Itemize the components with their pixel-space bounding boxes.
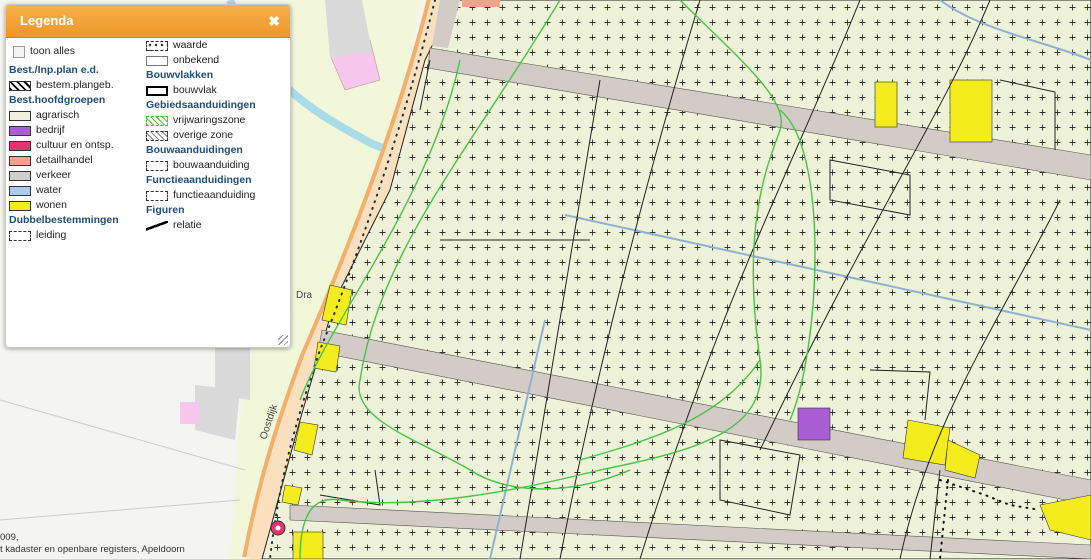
zone-wonen-7[interactable] — [292, 531, 324, 559]
legend-swatch-onbekend — [146, 55, 168, 66]
legend-label: vrijwaringszone — [173, 114, 246, 126]
zone-wonen-6[interactable] — [281, 484, 303, 506]
legend-item-leiding[interactable]: leiding — [9, 228, 119, 243]
legend-swatch-bouwvlak — [146, 85, 168, 96]
legend-item-cultuur-en-ontsp[interactable]: cultuur en ontsp. — [9, 138, 119, 153]
street-label-dra: Dra — [296, 290, 313, 301]
legend-item-bestem-plangeb[interactable]: bestem.plangeb. — [9, 78, 119, 93]
legend-swatch-wonen — [9, 200, 31, 211]
legend-heading-bouwaanduidingen: Bouwaanduidingen — [146, 144, 243, 156]
legend-heading-functieaanduidingen: Functieaanduidingen — [146, 174, 252, 186]
legend-swatch-agrarisch — [9, 110, 31, 121]
legend-panel[interactable]: Legenda ✖ toon alles Best./Inp.plan e.d.… — [5, 4, 291, 348]
legend-label: water — [36, 184, 62, 196]
map-copyright: 009, t kadaster en openbare registers, A… — [0, 532, 185, 555]
legend-label: functieaanduiding — [173, 189, 256, 201]
legend-item-waarde[interactable]: waarde — [146, 38, 256, 53]
legend-swatch-functieaanduiding — [146, 190, 168, 201]
resize-handle-icon[interactable] — [278, 335, 288, 345]
legend-label: leiding — [36, 229, 67, 241]
legend-swatch-waarde — [146, 40, 168, 51]
legend-heading-gebiedsaanduidingen: Gebiedsaanduidingen — [146, 99, 256, 111]
legend-item-verkeer[interactable]: verkeer — [9, 168, 119, 183]
legend-heading-best-inp-plan-e-d: Best./Inp.plan e.d. — [9, 64, 99, 76]
legend-item-water[interactable]: water — [9, 183, 119, 198]
legend-title: Legenda — [20, 13, 74, 28]
toon-alles-row[interactable]: toon alles — [9, 44, 119, 59]
legend-swatch-water — [9, 185, 31, 196]
legend-item-onbekend[interactable]: onbekend — [146, 53, 256, 68]
legend-swatch-verkeer — [9, 170, 31, 181]
legend-swatch-bestem-plangeb — [9, 80, 31, 91]
legend-label: bouwvlak — [173, 84, 217, 96]
legend-label: bouwaanduiding — [173, 159, 250, 171]
toon-alles-checkbox[interactable] — [13, 45, 25, 58]
zone-cultuur-marker-center — [275, 525, 281, 531]
legend-item-overige-zone[interactable]: overige zone — [146, 128, 256, 143]
legend-label: agrarisch — [36, 109, 80, 121]
legend-heading-dubbelbestemmingen: Dubbelbestemmingen — [9, 214, 119, 226]
toon-alles-label: toon alles — [30, 45, 75, 57]
legend-swatch-bedrijf — [9, 125, 31, 136]
legend-swatch-detailhandel — [9, 155, 31, 166]
legend-label: relatie — [173, 219, 202, 231]
legend-swatch-vrijwaringszone — [146, 115, 168, 126]
legend-heading-bouwvlakken: Bouwvlakken — [146, 69, 214, 81]
legend-item-bouwvlak[interactable]: bouwvlak — [146, 83, 256, 98]
legend-label: verkeer — [36, 169, 72, 181]
legend-label: bestem.plangeb. — [36, 79, 114, 91]
legend-label: bedrijf — [36, 124, 65, 136]
zone-bedrijf[interactable] — [797, 407, 831, 441]
zone-wonen-2[interactable] — [949, 79, 993, 143]
legend-header[interactable]: Legenda ✖ — [6, 5, 290, 38]
legend-column-right: waarde onbekend Bouwvlakken bouwvlak Gebieds… — [146, 38, 256, 233]
legend-item-vrijwaringszone[interactable]: vrijwaringszone — [146, 113, 256, 128]
legend-label: wonen — [36, 199, 67, 211]
zone-wonen-1[interactable] — [874, 81, 898, 128]
legend-item-relatie[interactable]: relatie — [146, 218, 256, 233]
legend-heading-best-hoofdgroepen: Best.hoofdgroepen — [9, 94, 106, 106]
zone-detailhandel[interactable] — [462, 0, 500, 7]
legend-item-bedrijf[interactable]: bedrijf — [9, 123, 119, 138]
legend-label: cultuur en ontsp. — [36, 139, 114, 151]
legend-swatch-bouwaanduiding — [146, 160, 168, 171]
legend-item-detailhandel[interactable]: detailhandel — [9, 153, 119, 168]
legend-item-agrarisch[interactable]: agrarisch — [9, 108, 119, 123]
legend-swatch-cultuur-en-ontsp — [9, 140, 31, 151]
legend-label: detailhandel — [36, 154, 93, 166]
legend-swatch-relatie — [146, 220, 168, 231]
legend-swatch-overige-zone — [146, 130, 168, 141]
legend-item-wonen[interactable]: wonen — [9, 198, 119, 213]
legend-item-functieaanduiding[interactable]: functieaanduiding — [146, 188, 256, 203]
legend-label: overige zone — [173, 129, 234, 141]
building-pink-2 — [180, 402, 200, 424]
legend-heading-figuren: Figuren — [146, 204, 185, 216]
legend-item-bouwaanduiding[interactable]: bouwaanduiding — [146, 158, 256, 173]
close-icon[interactable]: ✖ — [268, 5, 280, 37]
legend-label: onbekend — [173, 54, 220, 66]
zone-wonen-4[interactable] — [313, 341, 341, 373]
legend-column-left: toon alles Best./Inp.plan e.d. bestem.pla… — [9, 44, 119, 243]
legend-label: waarde — [173, 39, 208, 51]
legend-swatch-leiding — [9, 230, 31, 241]
